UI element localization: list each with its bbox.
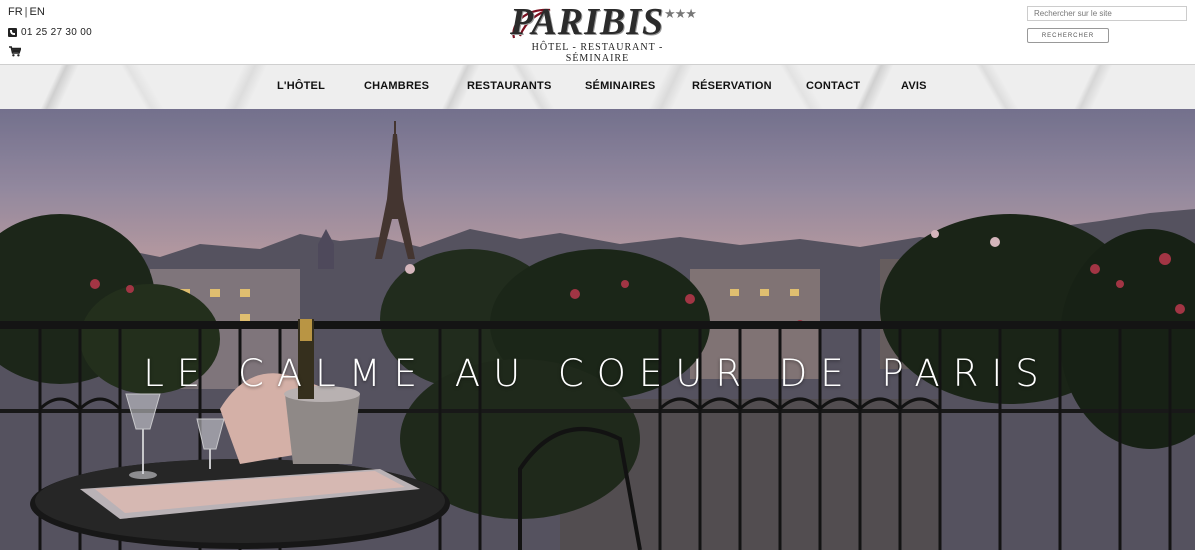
search-button[interactable]: RECHERCHER xyxy=(1027,28,1109,43)
phone-contact[interactable]: 01 25 27 30 00 xyxy=(8,27,92,38)
nav-item-hotel[interactable]: L'HÔTEL xyxy=(277,80,325,92)
main-nav: L'HÔTEL CHAMBRES RESTAURANTS SÉMINAIRES … xyxy=(0,64,1195,110)
cart-icon[interactable] xyxy=(9,46,21,57)
lang-en-link[interactable]: EN xyxy=(30,6,45,18)
nav-item-avis[interactable]: AVIS xyxy=(901,80,927,92)
phone-icon xyxy=(8,28,17,37)
search-input[interactable] xyxy=(1027,6,1187,21)
nav-item-chambres[interactable]: CHAMBRES xyxy=(364,80,429,92)
nav-item-contact[interactable]: CONTACT xyxy=(806,80,860,92)
nav-item-restaurants[interactable]: RESTAURANTS xyxy=(467,80,552,92)
lang-separator: | xyxy=(24,6,28,18)
site-header: FR | EN 01 25 27 30 00 PARIBIS ★★★ HÔTEL -… xyxy=(0,0,1195,64)
hero-title: LE CALME AU COEUR DE PARIS xyxy=(143,352,1052,395)
logo-tagline: HÔTEL - RESTAURANT - SÉMINAIRE xyxy=(531,42,664,64)
site-logo[interactable]: PARIBIS ★★★ HÔTEL - RESTAURANT - SÉMINAI… xyxy=(500,1,700,64)
phone-number: 01 25 27 30 00 xyxy=(21,27,92,38)
language-switcher: FR | EN xyxy=(8,6,45,18)
nav-item-reservation[interactable]: RÉSERVATION xyxy=(692,80,772,92)
lang-fr-link[interactable]: FR xyxy=(8,6,23,18)
hotel-stars: ★★★ xyxy=(664,6,697,21)
hero-paris-balcony-image xyxy=(0,109,1195,550)
hero-banner: LE CALME AU COEUR DE PARIS xyxy=(0,109,1195,550)
logo-wordmark: PARIBIS xyxy=(510,1,665,43)
nav-item-seminaires[interactable]: SÉMINAIRES xyxy=(585,80,655,92)
